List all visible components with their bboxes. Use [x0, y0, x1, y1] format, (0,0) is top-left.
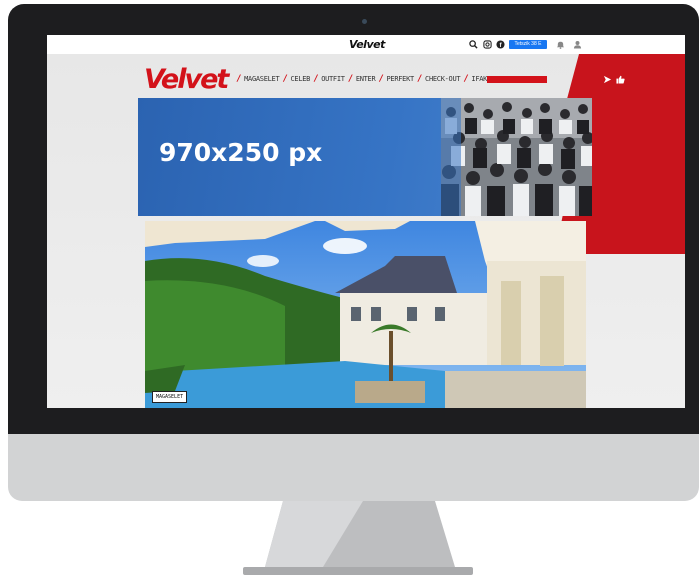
nav-item-magaselet[interactable]: / MAGASELET	[236, 74, 280, 84]
search-icon[interactable]	[469, 40, 478, 49]
ad-banner[interactable]: 970x250 px	[138, 98, 592, 216]
slash-separator: /	[416, 74, 423, 84]
main-navigation: Velvet / MAGASELET / CELEB / OUTFIT / ENTER …	[144, 65, 684, 95]
nav-item-check-out[interactable]: / CHECK-OUT	[416, 74, 461, 84]
nav-menu: / MAGASELET / CELEB / OUTFIT / ENTER / PERFEK…	[236, 74, 499, 84]
article-photo	[145, 221, 586, 408]
nav-red-bar	[487, 76, 547, 83]
nav-item-outfit[interactable]: / OUTFIT	[313, 74, 345, 84]
monitor-stand	[243, 501, 473, 575]
monitor-bezel: Velvet f Tetszik 38 E Velvet / MAGASELET…	[8, 4, 699, 434]
slash-separator: /	[347, 74, 353, 84]
nav-item-enter[interactable]: / ENTER	[348, 74, 376, 84]
site-logo[interactable]: Velvet	[144, 65, 229, 95]
website-screen: Velvet f Tetszik 38 E Velvet / MAGASELET…	[47, 35, 685, 408]
instagram-icon[interactable]	[483, 40, 492, 49]
slash-separator: /	[313, 74, 319, 84]
top-bar: Velvet f Tetszik 38 E	[47, 35, 685, 54]
facebook-icon[interactable]: f	[496, 40, 505, 49]
featured-article[interactable]: MAGASELET	[145, 221, 586, 408]
bell-icon[interactable]	[556, 40, 565, 49]
nav-item-celeb[interactable]: / CELEB	[282, 74, 310, 84]
nav-item-label: MAGASELET	[244, 75, 280, 83]
banner-size-label: 970x250 px	[159, 138, 323, 167]
thumbs-up-icon[interactable]	[616, 75, 625, 84]
user-icon[interactable]	[573, 40, 582, 49]
nav-item-label: ENTER	[355, 75, 376, 83]
imac-device: Velvet f Tetszik 38 E Velvet / MAGASELET…	[8, 4, 699, 501]
nav-item-label: CHECK-OUT	[425, 75, 461, 83]
slash-separator: /	[282, 74, 288, 84]
slash-separator: /	[378, 74, 384, 84]
article-category-tag[interactable]: MAGASELET	[152, 391, 188, 403]
nav-item-label: OUTFIT	[321, 75, 345, 83]
nav-item-perfekt[interactable]: / PERFEKT	[378, 74, 414, 84]
topbar-logo[interactable]: Velvet	[349, 38, 385, 51]
facebook-like-button[interactable]: Tetszik 38 E	[509, 40, 547, 49]
crowd-photo	[441, 98, 592, 216]
monitor-chin	[8, 434, 699, 501]
share-icon[interactable]	[603, 75, 612, 84]
nav-item-label: PERFEKT	[386, 75, 415, 83]
slash-separator: /	[236, 74, 242, 84]
slash-separator: /	[463, 74, 469, 84]
camera-dot	[362, 19, 367, 24]
nav-item-label: CELEB	[290, 75, 311, 83]
